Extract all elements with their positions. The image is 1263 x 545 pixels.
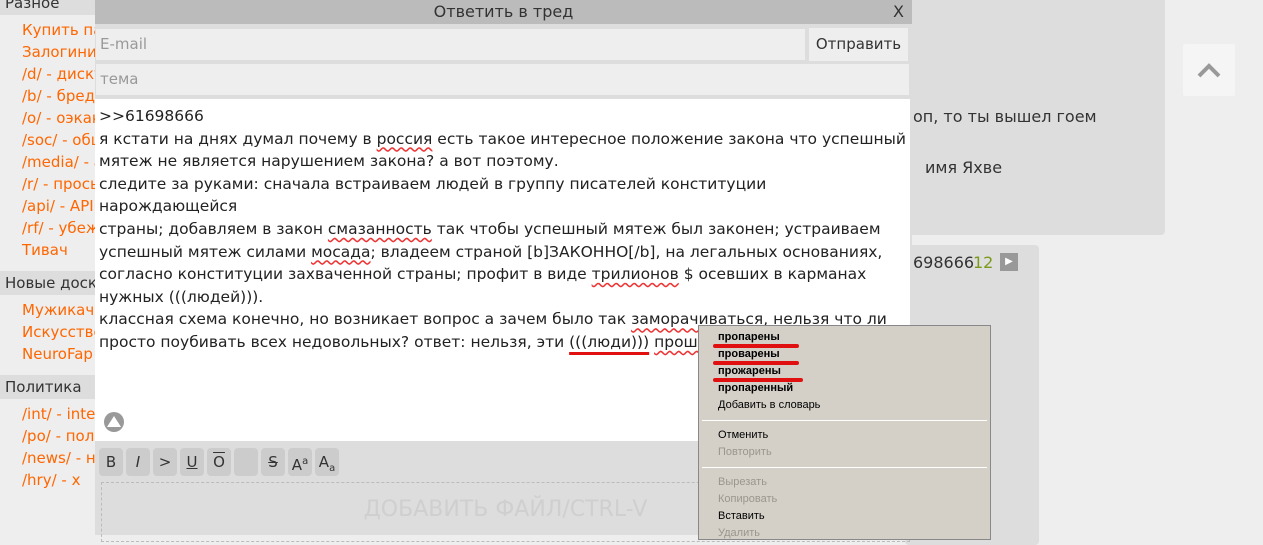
undo-item[interactable]: Отменить [699, 427, 990, 444]
paste-item[interactable]: Вставить [699, 508, 990, 525]
sidebar-link[interactable]: /api/ - API [22, 195, 95, 217]
email-input[interactable]: E-mail [95, 28, 806, 61]
post: оп, то ты вышел гоем имя Яхве [905, 0, 1165, 235]
sidebar-list: Купить пасскодЗалогиниться/d/ - дискусси… [0, 15, 95, 265]
message-line: >>61698666 [99, 107, 204, 125]
suggestion-item[interactable]: пропаренный [699, 380, 990, 397]
scroll-up-button[interactable] [1183, 44, 1235, 96]
superscript-button[interactable]: Aa [288, 448, 312, 476]
redo-item[interactable]: Повторить [699, 444, 990, 461]
suggestion-item[interactable]: пропарены [699, 329, 990, 348]
post-ref[interactable]: 698666 [913, 253, 974, 272]
sidebar-link[interactable]: NeuroFap [22, 343, 95, 365]
sidebar-link[interactable]: /b/ - бред [22, 85, 95, 107]
misspelled-word[interactable]: смазанность [328, 220, 432, 238]
cut-item[interactable]: Вырезать [699, 474, 990, 491]
message-line: согласно конституции захваченной страны;… [99, 265, 867, 284]
sidebar-link[interactable]: /o/ - оэкаки [22, 107, 95, 129]
sidebar-link[interactable]: Купить пасскод [22, 19, 95, 41]
suggestion-item[interactable]: прожарены [699, 363, 990, 382]
separator [702, 420, 987, 421]
sidebar: РазноеКупить пасскодЗалогиниться/d/ - ди… [0, 0, 95, 535]
message-line: страны; добавляем в закон смазанность та… [99, 219, 881, 238]
spoiler-button[interactable] [234, 448, 258, 476]
dialog-title: Ответить в тред [433, 2, 574, 21]
reply-count: 12 [973, 253, 994, 272]
context-menu: пропарены проварены прожарены пропаренны… [698, 325, 991, 540]
sidebar-link[interactable]: /po/ - политика [22, 425, 95, 447]
subject-input[interactable]: тема [95, 63, 910, 96]
message-line: следите за руками: сначала встраиваем лю… [99, 174, 772, 216]
sidebar-link[interactable]: Мужикач [22, 299, 95, 321]
sidebar-list: /int/ - international/po/ - политика/new… [0, 399, 95, 495]
send-button[interactable]: Отправить [809, 28, 908, 61]
sidebar-link[interactable]: /media/ - анимация [22, 151, 95, 173]
sidebar-link[interactable]: /r/ - просьбы [22, 173, 95, 195]
close-button[interactable]: X [893, 0, 904, 24]
bold-button[interactable]: B [99, 448, 123, 476]
overline-button[interactable]: O [207, 448, 231, 476]
red-annotation: (((люди))) [569, 332, 650, 351]
sidebar-link[interactable]: /news/ - новости [22, 447, 95, 469]
logo-icon [104, 412, 124, 432]
sidebar-section-title: Разное [0, 0, 95, 15]
message-line: успешный мятеж силами мосада; владеем ст… [99, 242, 883, 261]
italic-button[interactable]: I [126, 448, 150, 476]
subscript-button[interactable]: Aa [315, 448, 339, 476]
sidebar-link[interactable]: /rf/ - убежище [22, 217, 95, 239]
suggestion-item[interactable]: проварены [699, 346, 990, 365]
sidebar-section-title: Новые доски [0, 271, 95, 295]
sidebar-link[interactable]: Залогиниться [22, 41, 95, 63]
underline-button[interactable]: U [180, 448, 204, 476]
sidebar-link[interactable]: /d/ - дискуссии [22, 63, 95, 85]
post-text: имя Яхве [925, 158, 1003, 177]
sidebar-link[interactable]: /soc/ - общение [22, 129, 95, 151]
misspelled-word[interactable]: мосада [311, 243, 370, 261]
chevron-up-icon [1197, 63, 1221, 78]
copy-item[interactable]: Копировать [699, 491, 990, 508]
sidebar-list: МужикачИскусственныйNeuroFap [0, 295, 95, 369]
misspelled-word[interactable]: россия [377, 130, 433, 148]
message-line: мятеж не является нарушением закона? а в… [99, 152, 559, 171]
markup-toolbar: B I > U O S Aa Aa [99, 448, 339, 476]
misspelled-word[interactable]: трилионов [592, 265, 679, 283]
strike-button[interactable]: S [261, 448, 285, 476]
sidebar-section-title: Политика [0, 375, 95, 399]
sidebar-link[interactable]: Искусственный [22, 321, 95, 343]
sidebar-link[interactable]: Тивач [22, 239, 95, 261]
sidebar-link[interactable]: /hry/ - х [22, 469, 95, 491]
delete-item[interactable]: Удалить [699, 525, 990, 542]
play-icon[interactable]: ▶ [1000, 253, 1018, 271]
quote-button[interactable]: > [153, 448, 177, 476]
post-text: оп, то ты вышел гоем [913, 107, 1097, 126]
add-to-dictionary[interactable]: Добавить в словарь [699, 397, 990, 414]
separator [702, 467, 987, 468]
message-line: я кстати на днях думал почему в россия е… [99, 129, 906, 148]
message-line: нужных (((людей))). [99, 287, 264, 306]
dialog-titlebar[interactable]: Ответить в тред X [95, 0, 912, 24]
sidebar-link[interactable]: /int/ - international [22, 403, 95, 425]
